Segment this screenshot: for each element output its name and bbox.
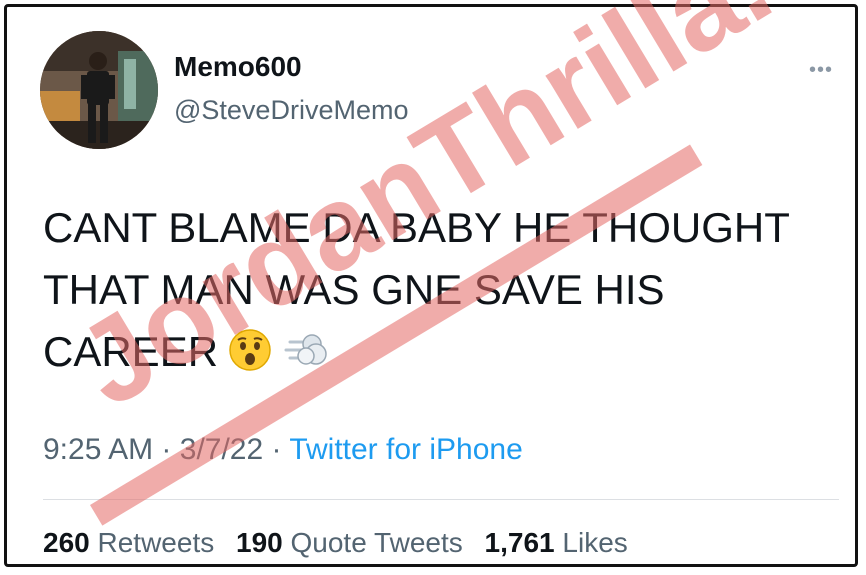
more-horizontal-icon[interactable]: ••• bbox=[809, 59, 833, 82]
meta-separator-2: · bbox=[271, 433, 282, 466]
user-handle[interactable]: @SteveDriveMemo bbox=[174, 95, 408, 126]
tweet-stats: 260 Retweets 190 Quote Tweets 1,761 Like… bbox=[43, 527, 642, 559]
retweets-stat[interactable]: 260 Retweets bbox=[43, 527, 214, 558]
quote-tweets-stat[interactable]: 190 Quote Tweets bbox=[236, 527, 463, 558]
quote-tweets-count: 190 bbox=[236, 527, 283, 558]
tweet-source-link[interactable]: Twitter for iPhone bbox=[289, 433, 522, 466]
tweet-meta: 9:25 AM · 3/7/22 · Twitter for iPhone bbox=[43, 433, 523, 467]
retweets-count: 260 bbox=[43, 527, 90, 558]
avatar[interactable] bbox=[40, 31, 158, 149]
tweet-text-line-2: THAT MAN WAS GNE SAVE HIS bbox=[43, 266, 665, 313]
hushed-face-emoji bbox=[228, 327, 272, 389]
likes-label: Likes bbox=[562, 527, 628, 558]
retweets-label: Retweets bbox=[97, 527, 215, 558]
tweet-time[interactable]: 9:25 AM bbox=[43, 433, 153, 466]
tweet-text: CANT BLAME DA BABY HE THOUGHT THAT MAN W… bbox=[43, 197, 843, 389]
likes-stat[interactable]: 1,761 Likes bbox=[485, 527, 628, 558]
quote-tweets-label: Quote Tweets bbox=[290, 527, 463, 558]
dash-emoji bbox=[282, 327, 328, 389]
tweet-date[interactable]: 3/7/22 bbox=[180, 433, 263, 466]
likes-count: 1,761 bbox=[484, 527, 555, 558]
tweet-text-line-3: CAREER bbox=[43, 321, 843, 389]
meta-separator: · bbox=[161, 433, 172, 466]
tweet-text-line-1: CANT BLAME DA BABY HE THOUGHT bbox=[43, 204, 790, 251]
display-name[interactable]: Memo600 bbox=[174, 51, 302, 83]
tweet-text-line-3-text: CAREER bbox=[43, 328, 219, 375]
avatar-photo bbox=[40, 31, 158, 149]
tweet-card: Memo600 @SteveDriveMemo ••• CANT BLAME D… bbox=[4, 4, 858, 567]
divider bbox=[43, 499, 839, 500]
